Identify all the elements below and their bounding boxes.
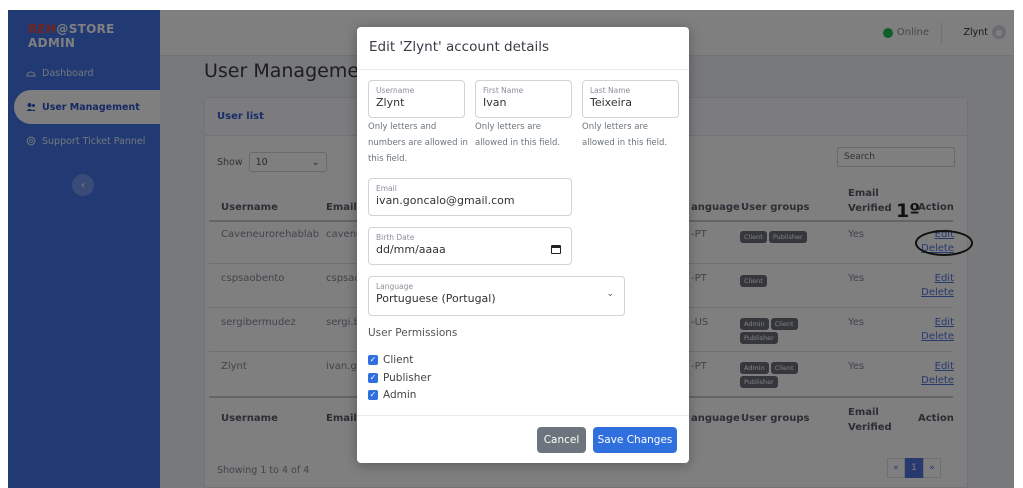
checkmark-icon: ✓ [368, 373, 378, 383]
modal-header-divider [357, 69, 689, 70]
email-field[interactable]: Email ivan.goncalo@gmail.com [368, 178, 572, 216]
last-name-help: Only letters are allowed in this field. [582, 122, 668, 148]
last-name-field[interactable]: Last Name Teixeira [582, 80, 679, 118]
language-select[interactable]: Language Portuguese (Portugal) ⌄ [368, 276, 625, 316]
annotation-number: 1º [896, 200, 920, 222]
permissions-title: User Permissions [368, 327, 458, 339]
checkmark-icon: ✓ [368, 355, 378, 365]
edit-account-modal: Edit 'Zlynt' account details Username Zl… [357, 27, 689, 463]
cancel-button[interactable]: Cancel [537, 427, 586, 453]
annotation-circle [915, 230, 973, 256]
username-field[interactable]: Username Zlynt [368, 80, 465, 118]
save-changes-button[interactable]: Save Changes [593, 427, 677, 453]
first-name-help: Only letters are allowed in this field. [475, 122, 561, 148]
username-help: Only letters and numbers are allowed in … [368, 122, 468, 164]
permission-admin-checkbox[interactable]: ✓ Admin [368, 389, 416, 401]
chevron-down-icon: ⌄ [606, 289, 614, 299]
first-name-field[interactable]: First Name Ivan [475, 80, 572, 118]
checkmark-icon: ✓ [368, 390, 378, 400]
calendar-icon[interactable] [551, 245, 561, 254]
permission-publisher-checkbox[interactable]: ✓ Publisher [368, 372, 431, 384]
modal-footer-divider [357, 415, 689, 416]
modal-title: Edit 'Zlynt' account details [369, 39, 550, 55]
birth-date-field[interactable]: Birth Date dd/mm/aaaa [368, 227, 572, 265]
permission-client-checkbox[interactable]: ✓ Client [368, 354, 413, 366]
